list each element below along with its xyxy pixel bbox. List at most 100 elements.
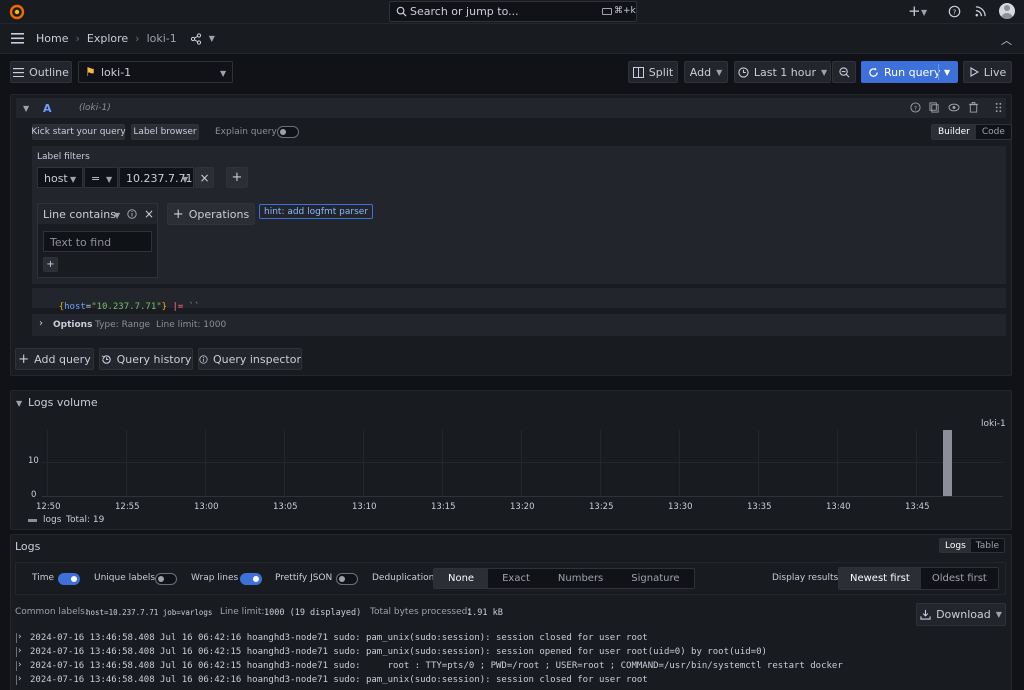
filter-operator-select[interactable]: = ▼ bbox=[84, 167, 118, 188]
code-string: `` bbox=[188, 302, 200, 312]
datasource-picker[interactable]: ⚑ loki-1 ▼ bbox=[78, 61, 233, 83]
add-button[interactable]: Add ▼ bbox=[684, 61, 728, 83]
unique-labels-toggle[interactable] bbox=[155, 573, 177, 585]
prettify-json-option-label: Prettify JSON bbox=[275, 573, 333, 583]
editor-mode-switch: Builder Code bbox=[931, 124, 1012, 140]
dedup-exact[interactable]: Exact bbox=[488, 569, 544, 588]
query-ref-id[interactable]: A bbox=[43, 102, 52, 115]
prettify-json-toggle[interactable] bbox=[336, 573, 358, 585]
chart-gridline bbox=[363, 430, 364, 496]
split-button[interactable]: Split bbox=[628, 61, 678, 83]
label-browser-button[interactable]: Label browser bbox=[131, 124, 199, 140]
legend-total: Total: 19 bbox=[66, 515, 105, 525]
dedup-signature[interactable]: Signature bbox=[617, 569, 693, 588]
outline-button[interactable]: Outline bbox=[10, 61, 72, 83]
time-toggle[interactable] bbox=[58, 573, 80, 585]
share-icon[interactable] bbox=[190, 32, 202, 45]
line-contains-title[interactable]: Line contains bbox=[43, 208, 116, 221]
operations-button[interactable]: + Operations bbox=[167, 203, 255, 225]
add-query-button[interactable]: + Add query bbox=[15, 348, 94, 370]
legend-series-name[interactable]: logs bbox=[43, 515, 61, 525]
wrap-lines-toggle[interactable] bbox=[240, 573, 262, 585]
volume-bar[interactable] bbox=[942, 430, 952, 496]
log-row[interactable]: 2024-07-16 13:46:58.408 Jul 16 06:42:15 … bbox=[30, 661, 843, 671]
log-row-level-marker bbox=[16, 647, 17, 657]
x-tick-label: 13:10 bbox=[352, 502, 377, 512]
logs-volume-title[interactable]: Logs volume bbox=[28, 396, 98, 409]
time-range-picker[interactable]: Last 1 hour ▼ bbox=[734, 61, 831, 83]
log-row-expand-icon[interactable]: › bbox=[18, 632, 22, 642]
breadcrumb-explore[interactable]: Explore bbox=[87, 32, 128, 45]
keyboard-icon bbox=[602, 8, 612, 15]
log-row-expand-icon[interactable]: › bbox=[18, 660, 22, 670]
help-icon[interactable]: ? bbox=[948, 5, 961, 18]
split-label: Split bbox=[648, 65, 674, 79]
chevron-down-icon: ▼ bbox=[70, 175, 77, 184]
plus-icon: + bbox=[172, 206, 184, 222]
close-icon[interactable]: × bbox=[144, 207, 154, 221]
logs-view-tab[interactable]: Logs bbox=[940, 539, 971, 552]
copy-icon[interactable] bbox=[929, 102, 940, 113]
hint-logfmt-button[interactable]: hint: add logfmt parser bbox=[259, 204, 374, 219]
breadcrumb-separator-icon: › bbox=[75, 32, 80, 45]
collapse-chevron-icon[interactable]: ▼ bbox=[16, 399, 22, 408]
query-inspector-button[interactable]: Query inspector bbox=[198, 348, 302, 370]
kick-start-button[interactable]: Kick start your query bbox=[31, 124, 126, 140]
oldest-first-option[interactable]: Oldest first bbox=[921, 568, 998, 589]
legend-swatch bbox=[28, 519, 37, 522]
breadcrumb-separator-icon: › bbox=[135, 32, 140, 45]
new-plus-button[interactable]: + bbox=[908, 2, 921, 20]
breadcrumb-home[interactable]: Home bbox=[36, 32, 68, 45]
trash-icon[interactable] bbox=[968, 102, 979, 113]
drag-handle-icon[interactable] bbox=[993, 102, 1004, 113]
user-avatar[interactable] bbox=[999, 3, 1015, 19]
grafana-logo-icon[interactable] bbox=[9, 4, 25, 20]
query-options-row[interactable]: › Options Type: Range Line limit: 1000 bbox=[32, 314, 1006, 336]
query-inspector-label: Query inspector bbox=[212, 352, 301, 366]
download-icon bbox=[920, 609, 931, 620]
live-label: Live bbox=[983, 65, 1007, 79]
eye-icon[interactable] bbox=[948, 102, 960, 113]
text-to-find-input[interactable]: Text to find bbox=[43, 231, 152, 252]
info-icon[interactable] bbox=[127, 209, 137, 219]
live-button[interactable]: Live bbox=[963, 61, 1012, 83]
log-row[interactable]: 2024-07-16 13:46:58.408 Jul 16 06:42:15 … bbox=[30, 647, 767, 657]
newest-first-option[interactable]: Newest first bbox=[839, 568, 921, 589]
filter-value-select[interactable]: 10.237.7.71 ▼ bbox=[119, 167, 194, 188]
collapse-chevron-up-icon[interactable]: ︿ bbox=[1001, 32, 1012, 48]
chevron-down-icon: ▼ bbox=[921, 8, 928, 17]
x-tick-label: 13:40 bbox=[826, 502, 851, 512]
add-filter-button[interactable]: + bbox=[226, 167, 248, 188]
datasource-picker-label: loki-1 bbox=[101, 66, 132, 79]
chevron-down-icon[interactable]: ▼ bbox=[209, 34, 215, 43]
chevron-down-icon[interactable]: ▼ bbox=[944, 68, 950, 77]
chart-y-axis-line bbox=[42, 496, 1003, 497]
log-row[interactable]: 2024-07-16 13:46:58.408 Jul 16 06:42:16 … bbox=[30, 633, 648, 643]
download-button[interactable]: Download ▼ bbox=[916, 603, 1006, 626]
zoom-out-button[interactable] bbox=[832, 61, 856, 83]
zoom-out-icon bbox=[838, 66, 849, 77]
query-history-button[interactable]: Query history bbox=[99, 348, 193, 370]
chevron-right-icon: › bbox=[39, 318, 43, 329]
run-query-button[interactable]: Run query ▼ bbox=[861, 61, 958, 83]
dedup-none[interactable]: None bbox=[434, 569, 489, 588]
dedup-numbers[interactable]: Numbers bbox=[544, 569, 617, 588]
table-view-tab[interactable]: Table bbox=[971, 539, 1004, 552]
options-line-limit: Line limit: 1000 bbox=[156, 320, 227, 330]
filter-label-select[interactable]: host ▼ bbox=[37, 167, 83, 188]
menu-icon[interactable] bbox=[11, 33, 24, 44]
list-icon bbox=[13, 67, 25, 77]
log-row[interactable]: 2024-07-16 13:46:58.408 Jul 16 06:42:16 … bbox=[30, 675, 648, 685]
log-row-expand-icon[interactable]: › bbox=[18, 674, 22, 684]
rss-icon[interactable] bbox=[975, 6, 986, 17]
remove-filter-button[interactable]: × bbox=[195, 167, 214, 188]
help-icon[interactable]: ? bbox=[910, 102, 921, 113]
search-input[interactable]: Search or jump to... ⌘+k bbox=[389, 1, 637, 22]
builder-tab[interactable]: Builder bbox=[932, 125, 976, 139]
collapse-chevron-icon[interactable]: ▼ bbox=[23, 104, 29, 113]
explain-query-toggle[interactable] bbox=[277, 126, 299, 138]
code-tab[interactable]: Code bbox=[976, 125, 1011, 139]
chevron-down-icon[interactable]: ▼ bbox=[114, 211, 120, 220]
add-param-button[interactable]: + bbox=[43, 257, 58, 272]
log-row-expand-icon[interactable]: › bbox=[18, 646, 22, 656]
